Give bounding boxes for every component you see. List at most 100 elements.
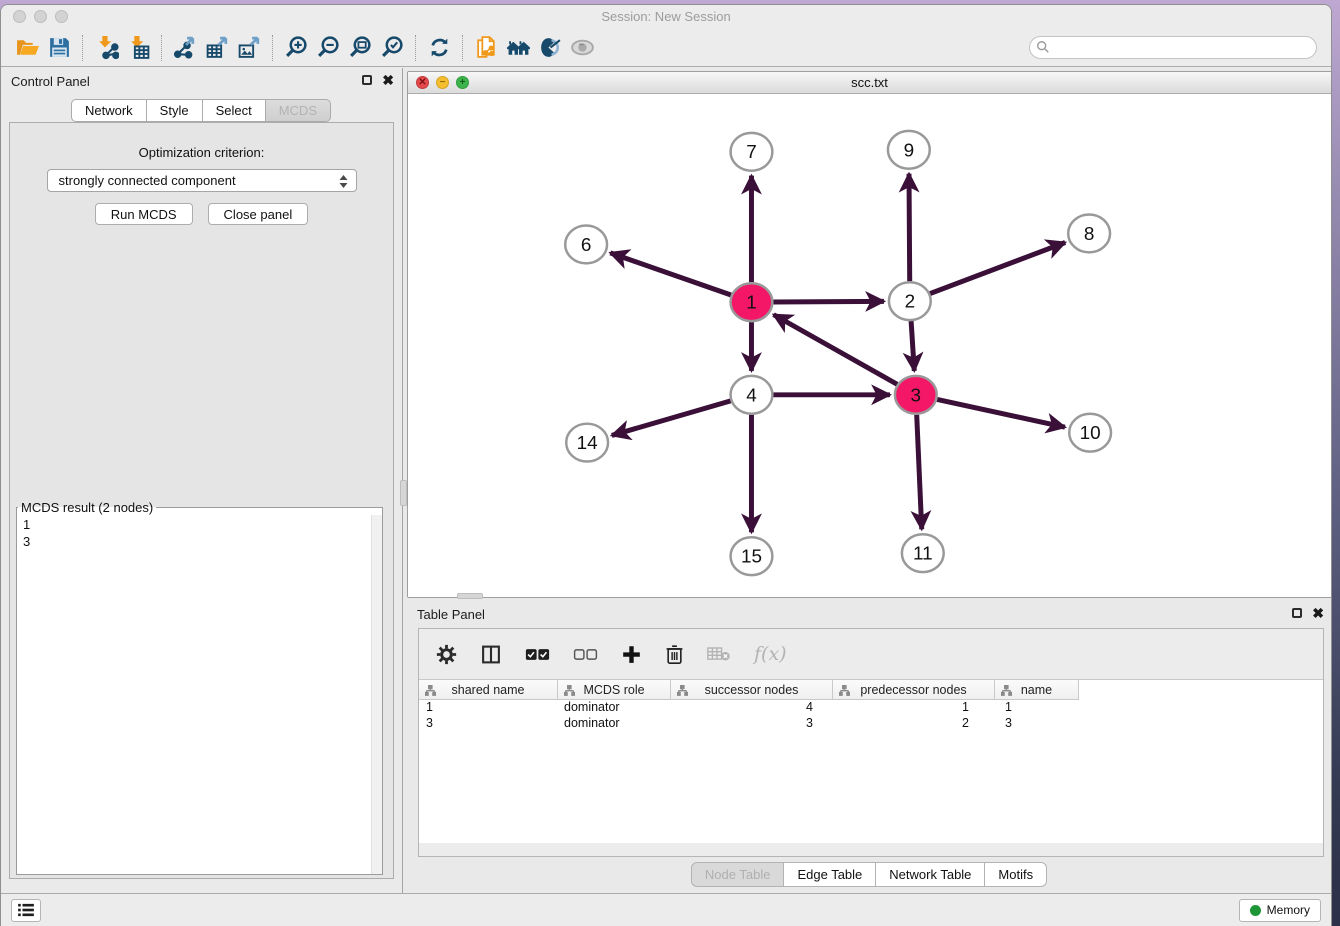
close-panel-button[interactable]: Close panel: [208, 203, 309, 225]
table-cell: dominator: [558, 716, 671, 732]
graph-node-4[interactable]: 4: [731, 376, 773, 414]
add-column-button[interactable]: [621, 644, 642, 665]
memory-button[interactable]: Memory: [1239, 899, 1321, 922]
graph-edge-1-6[interactable]: [610, 253, 731, 295]
gear-icon: [436, 644, 457, 665]
column-header-predecessor-nodes[interactable]: predecessor nodes: [833, 680, 995, 700]
graph-node-15[interactable]: 15: [731, 537, 773, 575]
graph-edge-2-8[interactable]: [930, 242, 1065, 293]
vertical-splitter-handle[interactable]: [400, 480, 407, 506]
tab-mcds[interactable]: MCDS: [265, 99, 331, 122]
hide-detail-button[interactable]: [566, 33, 598, 63]
table-row[interactable]: 3dominator323: [419, 716, 1323, 732]
graph-node-6[interactable]: 6: [565, 225, 607, 263]
table-settings-button[interactable]: [436, 644, 457, 665]
graph-edge-2-9[interactable]: [909, 174, 910, 282]
tab-network-table[interactable]: Network Table: [875, 862, 985, 887]
column-header-name[interactable]: name: [995, 680, 1079, 700]
graph-node-11[interactable]: 11: [902, 534, 944, 572]
float-table-panel-icon[interactable]: [1292, 608, 1302, 618]
zoom-selected-icon: [380, 35, 405, 60]
graph-node-14[interactable]: 14: [566, 424, 608, 462]
result-scrollbar[interactable]: [371, 515, 382, 874]
export-table-icon: [205, 35, 230, 60]
apply-function-button[interactable]: f(x): [754, 643, 787, 665]
zoom-out-button[interactable]: [312, 33, 344, 63]
table-cell: 1: [833, 700, 995, 716]
graph-node-label: 14: [577, 433, 598, 454]
float-panel-icon[interactable]: [362, 75, 372, 85]
toolbar-separator: [272, 35, 273, 61]
export-image-icon: [237, 35, 262, 60]
table-row[interactable]: 1dominator411: [419, 700, 1323, 716]
close-panel-icon[interactable]: ✖: [382, 74, 394, 86]
graph-edge-3-1[interactable]: [774, 315, 898, 385]
table-panel-title: Table Panel: [417, 607, 485, 622]
export-image-button[interactable]: [233, 33, 265, 63]
table-toolbar: f(x): [419, 629, 1323, 679]
memory-status-icon: [1250, 905, 1261, 916]
graph-edge-4-14[interactable]: [612, 401, 731, 436]
delete-table-button[interactable]: [707, 646, 731, 662]
graph-node-2[interactable]: 2: [889, 282, 931, 320]
optimization-criterion-select[interactable]: strongly connected component: [47, 169, 357, 192]
zoom-fit-button[interactable]: [344, 33, 376, 63]
graph-node-9[interactable]: 9: [888, 131, 930, 169]
graph-node-1[interactable]: 1: [731, 283, 773, 321]
network-view-window: ✕ − + scc.txt 7968124314101511: [407, 71, 1332, 598]
tab-motifs[interactable]: Motifs: [984, 862, 1047, 887]
search-input[interactable]: [1029, 36, 1317, 59]
graph-edge-3-11[interactable]: [917, 415, 922, 530]
show-all-networks-button[interactable]: [502, 33, 534, 63]
run-mcds-button[interactable]: Run MCDS: [95, 203, 193, 225]
column-header-successor-nodes[interactable]: successor nodes: [671, 680, 833, 700]
tab-style[interactable]: Style: [146, 99, 203, 122]
apply-layout-button[interactable]: [423, 33, 455, 63]
close-table-panel-icon[interactable]: ✖: [1312, 607, 1324, 619]
zoom-in-button[interactable]: [280, 33, 312, 63]
trash-icon: [665, 644, 684, 665]
tab-node-table[interactable]: Node Table: [691, 862, 785, 887]
graph-edge-1-2[interactable]: [773, 301, 884, 302]
apply-style-button[interactable]: [534, 33, 566, 63]
select-all-rows-button[interactable]: [525, 647, 550, 662]
application-window: Session: New Session: [0, 4, 1332, 926]
zoom-selected-button[interactable]: [376, 33, 408, 63]
deselect-all-rows-button[interactable]: [573, 647, 598, 662]
column-header-mcds-role[interactable]: MCDS role: [558, 680, 671, 700]
graph-edge-2-3[interactable]: [911, 321, 914, 371]
graph-node-3[interactable]: 3: [895, 376, 937, 414]
graph-node-label: 8: [1084, 224, 1095, 245]
graph-node-7[interactable]: 7: [731, 133, 773, 171]
tab-edge-table[interactable]: Edge Table: [783, 862, 876, 887]
select-stepper-icon: [338, 174, 349, 189]
table-panel: Table Panel ✖: [407, 601, 1332, 893]
open-session-button[interactable]: [11, 33, 43, 63]
graph-node-10[interactable]: 10: [1069, 414, 1111, 452]
graph-edge-3-10[interactable]: [937, 399, 1065, 427]
clone-network-icon: [474, 35, 499, 60]
graph-node-8[interactable]: 8: [1068, 215, 1110, 253]
node-table-body: 1dominator4113dominator323: [419, 700, 1323, 732]
window-title: Session: New Session: [1, 9, 1331, 24]
import-table-button[interactable]: [122, 33, 154, 63]
clone-network-button[interactable]: [470, 33, 502, 63]
import-network-button[interactable]: [90, 33, 122, 63]
table-cell: 1: [419, 700, 558, 716]
column-header-shared-name[interactable]: shared name: [419, 680, 558, 700]
control-panel-title: Control Panel: [11, 74, 90, 89]
network-canvas[interactable]: 7 9 6 8 1 2 4 3 14 10 15 11: [408, 94, 1331, 597]
format-columns-button[interactable]: [480, 644, 502, 665]
tab-network[interactable]: Network: [71, 99, 147, 122]
graph-node-label: 11: [913, 544, 933, 565]
save-session-button[interactable]: [43, 33, 75, 63]
delete-column-button[interactable]: [665, 644, 684, 665]
node-table-header: shared nameMCDS rolesuccessor nodesprede…: [419, 680, 1323, 700]
export-network-button[interactable]: [169, 33, 201, 63]
export-table-button[interactable]: [201, 33, 233, 63]
window-titlebar: Session: New Session: [1, 5, 1331, 29]
tab-select[interactable]: Select: [202, 99, 266, 122]
horizontal-splitter-handle[interactable]: [457, 593, 483, 599]
task-history-button[interactable]: [11, 899, 41, 922]
save-icon: [47, 35, 72, 60]
